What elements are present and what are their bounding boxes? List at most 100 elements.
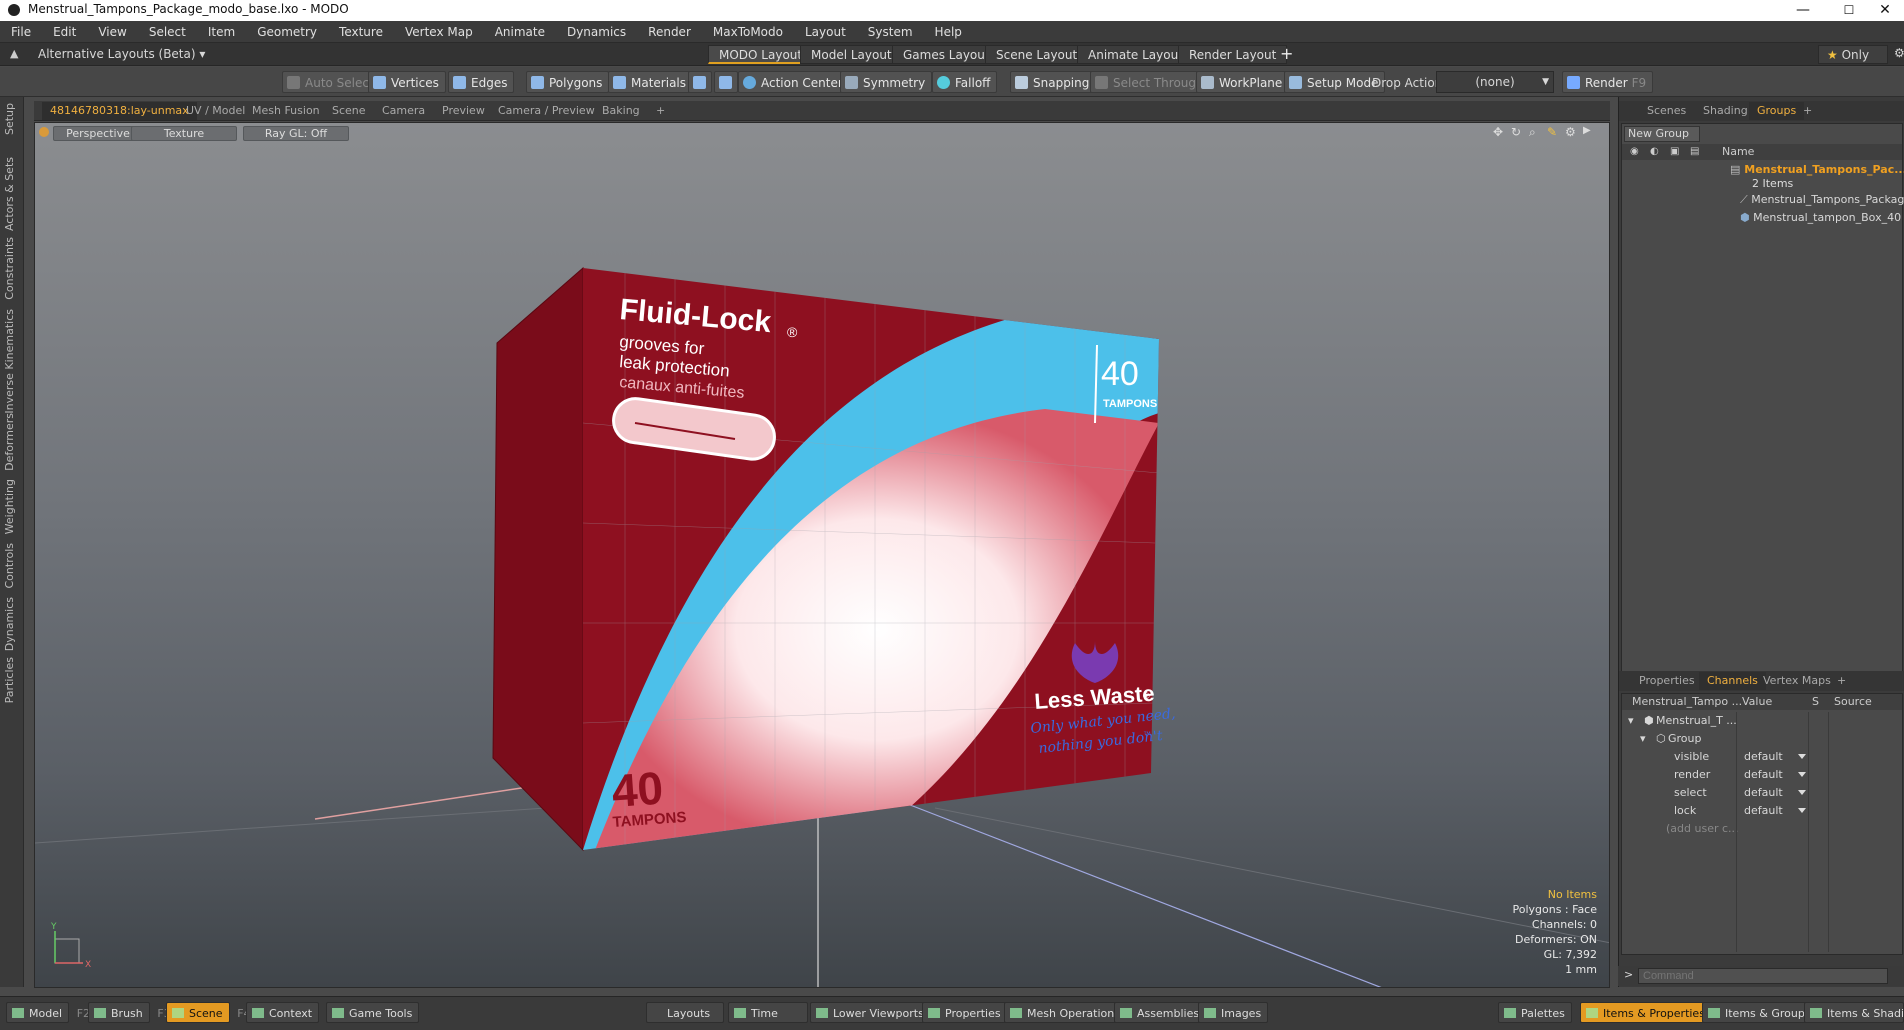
strip-dynamics[interactable]: Dynamics (3, 597, 16, 651)
scene-button[interactable]: Scene F4 (166, 1002, 251, 1023)
tab-modo-layout[interactable]: MODO Layout (708, 45, 814, 64)
tab-baking[interactable]: Baking (594, 102, 648, 120)
group-child-row[interactable]: ⬢ Menstrual_tampon_Box_40 (1740, 210, 1901, 226)
snapping-button[interactable]: Snapping (1010, 71, 1097, 93)
setup-mode-button[interactable]: Setup Mode (1284, 71, 1386, 93)
menu-maxtomodo[interactable]: MaxToModo (702, 21, 794, 43)
materials-button[interactable]: Materials (608, 71, 694, 93)
strip-weighting[interactable]: Weighting (3, 479, 16, 534)
render-button[interactable]: Render F9 (1562, 71, 1654, 93)
mesh-operations-button[interactable]: Mesh Operations (1004, 1002, 1127, 1023)
shield-a-button[interactable] (688, 71, 712, 93)
alternative-layouts-dropdown[interactable]: Alternative Layouts (Beta) ▾ (38, 47, 205, 61)
game-tools-button[interactable]: Game Tools (326, 1002, 420, 1023)
tab-camera[interactable]: Camera (374, 102, 433, 120)
menu-texture[interactable]: Texture (328, 21, 394, 43)
channel-root-row[interactable]: ▾ ⬢ Menstrual_T ... (1622, 712, 1904, 730)
channel-group-row[interactable]: ▾ ⬡ Group (1622, 730, 1904, 748)
menu-select[interactable]: Select (138, 21, 197, 43)
collapse-icon[interactable]: ▲ (10, 47, 18, 60)
strip-particles[interactable]: Particles (3, 657, 16, 703)
palettes-button[interactable]: Palettes (1498, 1002, 1572, 1023)
lock-icon[interactable]: ▣ (1670, 144, 1679, 160)
symmetry-button[interactable]: Symmetry (840, 71, 933, 93)
menu-dynamics[interactable]: Dynamics (556, 21, 637, 43)
tab-render-layout[interactable]: Render Layout (1178, 45, 1288, 64)
strip-actors-sets[interactable]: Actors & Sets (3, 157, 16, 231)
chevron-down-icon[interactable] (1798, 808, 1806, 813)
3d-viewport[interactable]: Perspective Texture Ray GL: Off ✥ ↻ ⌕ ✎ … (34, 122, 1610, 988)
new-group-button[interactable]: New Group (1624, 126, 1700, 142)
items-properties-button[interactable]: Items & Properties (1580, 1002, 1712, 1023)
action-center-button[interactable]: Action Center (738, 71, 850, 93)
expand-icon[interactable]: ▾ (1628, 712, 1634, 730)
channel-row[interactable]: lock default (1622, 802, 1904, 820)
polygons-button[interactable]: Polygons (526, 71, 610, 93)
menu-system[interactable]: System (857, 21, 924, 43)
menu-file[interactable]: File (0, 21, 42, 43)
strip-inverse-kinematics[interactable]: Inverse Kinematics (3, 309, 16, 414)
auto-select-button[interactable]: Auto Select (282, 71, 381, 93)
tab-mesh-fusion[interactable]: Mesh Fusion (244, 102, 328, 120)
assemblies-button[interactable]: Assemblies (1114, 1002, 1207, 1023)
channel-row[interactable]: render default (1622, 766, 1904, 784)
menu-vertex-map[interactable]: Vertex Map (394, 21, 484, 43)
add-layout-button[interactable]: + (1280, 44, 1293, 63)
model-button[interactable]: Model F2 (6, 1002, 90, 1023)
tab-scene[interactable]: Scene (324, 102, 374, 120)
items-groups-button[interactable]: Items & Groups (1702, 1002, 1818, 1023)
layouts-button[interactable]: Layouts (646, 1002, 724, 1023)
menu-help[interactable]: Help (924, 21, 973, 43)
expand-icon[interactable]: ▾ (1640, 730, 1646, 748)
add-panel-tab-button[interactable]: + (1795, 102, 1820, 120)
channel-row[interactable]: visible default (1622, 748, 1904, 766)
workplane-button[interactable]: WorkPlane (1196, 71, 1290, 93)
strip-controls[interactable]: Controls (3, 543, 16, 589)
tab-shading[interactable]: Shading (1695, 102, 1756, 120)
vertices-button[interactable]: Vertices (368, 71, 446, 93)
command-input[interactable] (1638, 968, 1888, 984)
tab-vertex-maps[interactable]: Vertex Maps (1755, 672, 1839, 690)
brush-button[interactable]: Brush F3 (88, 1002, 171, 1023)
chevron-down-icon[interactable] (1798, 790, 1806, 795)
edges-button[interactable]: Edges (448, 71, 515, 93)
strip-setup[interactable]: Setup (3, 103, 16, 135)
strip-deformers[interactable]: Deformers (3, 413, 16, 471)
tab-model-layout[interactable]: Model Layout (800, 45, 903, 64)
context-button[interactable]: Context (246, 1002, 320, 1023)
chevron-down-icon[interactable] (1798, 772, 1806, 777)
gear-icon[interactable]: ⚙ (1894, 46, 1904, 60)
falloff-button[interactable]: Falloff (932, 71, 998, 93)
menu-edit[interactable]: Edit (42, 21, 87, 43)
menu-layout[interactable]: Layout (794, 21, 857, 43)
menu-geometry[interactable]: Geometry (246, 21, 328, 43)
menu-item[interactable]: Item (197, 21, 246, 43)
time-button[interactable]: Time (728, 1002, 808, 1023)
select-icon[interactable]: ▤ (1690, 144, 1699, 160)
chevron-down-icon[interactable] (1798, 754, 1806, 759)
minimize-button[interactable]: — (1780, 0, 1826, 21)
lower-viewports-button[interactable]: Lower Viewports (810, 1002, 931, 1023)
tab-preview[interactable]: Preview (434, 102, 493, 120)
group-child-row[interactable]: ⟋ Menstrual_Tampons_Package (1740, 192, 1904, 208)
add-panel-tab-button[interactable]: + (1829, 672, 1854, 690)
tab-animate-layout[interactable]: Animate Layout (1077, 45, 1194, 64)
menu-render[interactable]: Render (637, 21, 702, 43)
strip-constraints[interactable]: Constraints (3, 237, 16, 300)
tab-uv-model[interactable]: UV / Model (178, 102, 253, 120)
only-button[interactable]: ★ Only (1818, 45, 1888, 64)
menu-view[interactable]: View (87, 21, 137, 43)
select-through-button[interactable]: Select Through (1090, 71, 1211, 93)
tab-camera-preview[interactable]: Camera / Preview (490, 102, 603, 120)
add-viewport-tab-button[interactable]: + (648, 102, 673, 120)
tab-scene-layout[interactable]: Scene Layout (985, 45, 1089, 64)
menu-animate[interactable]: Animate (484, 21, 556, 43)
shield-b-button[interactable] (714, 71, 738, 93)
eye-icon[interactable]: ◉ (1630, 144, 1639, 160)
tab-lay-unmax[interactable]: 48146780318:lay-unmax (42, 102, 197, 120)
close-button[interactable]: ✕ (1866, 0, 1904, 21)
properties-button[interactable]: Properties (922, 1002, 1008, 1023)
add-user-channel-row[interactable]: (add user c... (1622, 820, 1904, 838)
render-toggle-icon[interactable]: ◐ (1650, 144, 1659, 160)
tab-properties[interactable]: Properties (1631, 672, 1703, 690)
